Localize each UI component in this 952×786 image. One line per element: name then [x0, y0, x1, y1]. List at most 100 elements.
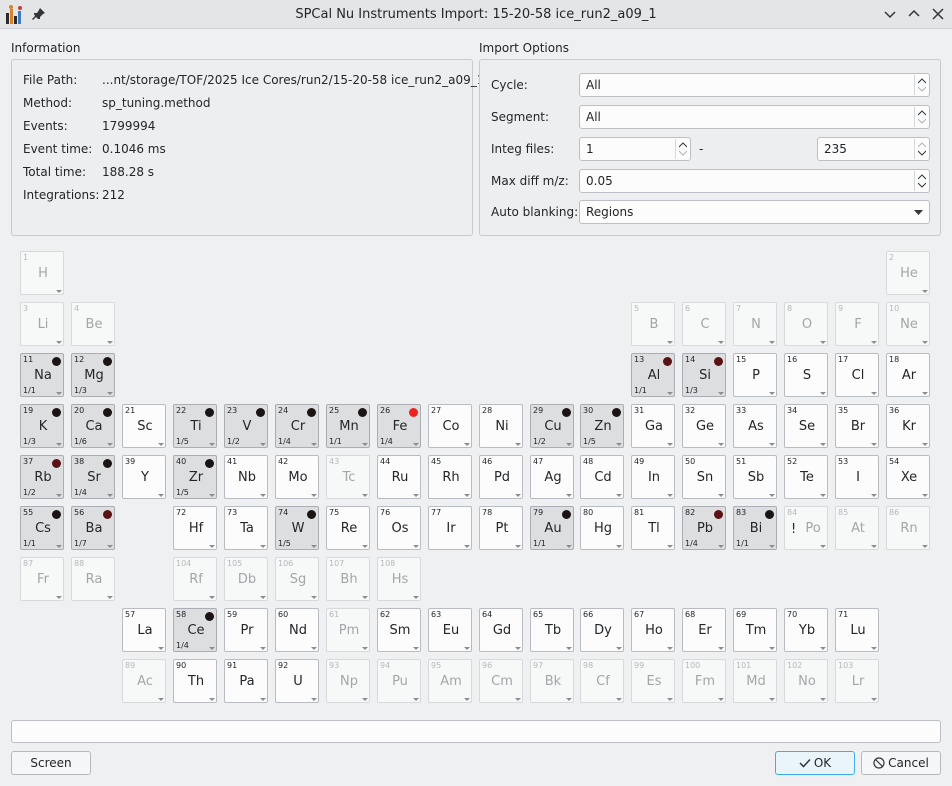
isotope-menu-icon[interactable]: [718, 443, 724, 446]
spin-up-icon[interactable]: [918, 142, 926, 148]
spin-up-icon[interactable]: [918, 174, 926, 180]
ok-button[interactable]: OK: [775, 751, 855, 775]
integ-files-from-spinbox[interactable]: 1: [579, 137, 691, 161]
spin-down-icon[interactable]: [679, 150, 687, 156]
isotope-menu-icon[interactable]: [56, 494, 62, 497]
isotope-menu-icon[interactable]: [616, 545, 622, 548]
segment-spin-buttons[interactable]: [914, 107, 928, 127]
isotope-menu-icon[interactable]: [515, 494, 521, 497]
isotope-menu-icon[interactable]: [667, 443, 673, 446]
isotope-menu-icon[interactable]: [464, 647, 470, 650]
element-y[interactable]: 39 Y: [122, 455, 166, 499]
isotope-menu-icon[interactable]: [107, 494, 113, 497]
isotope-menu-icon[interactable]: [311, 443, 317, 446]
screen-button[interactable]: Screen: [11, 751, 91, 775]
element-hg[interactable]: 80 Hg: [580, 506, 624, 550]
isotope-menu-icon[interactable]: [616, 647, 622, 650]
isotope-menu-icon[interactable]: [260, 443, 266, 446]
max-diff-spinbox[interactable]: 0.05: [579, 169, 930, 193]
element-ag[interactable]: 47 Ag: [530, 455, 574, 499]
element-co[interactable]: 27 Co: [428, 404, 472, 448]
isotope-menu-icon[interactable]: [820, 647, 826, 650]
element-sm[interactable]: 62 Sm: [377, 608, 421, 652]
isotope-menu-icon[interactable]: [260, 698, 266, 701]
spin-up-icon[interactable]: [918, 78, 926, 84]
integ-files-to-spinbox[interactable]: 235: [817, 137, 930, 161]
element-ba[interactable]: 56 Ba 1/7: [71, 506, 115, 550]
isotope-menu-icon[interactable]: [56, 545, 62, 548]
element-ga[interactable]: 31 Ga: [631, 404, 675, 448]
isotope-menu-icon[interactable]: [107, 443, 113, 446]
isotope-menu-icon[interactable]: [209, 698, 215, 701]
cancel-button[interactable]: Cancel: [861, 751, 941, 775]
isotope-menu-icon[interactable]: [769, 392, 775, 395]
max-diff-spin-buttons[interactable]: [914, 171, 928, 191]
element-cs[interactable]: 55 Cs 1/1: [20, 506, 64, 550]
element-as[interactable]: 33 As: [733, 404, 777, 448]
isotope-menu-icon[interactable]: [667, 494, 673, 497]
isotope-menu-icon[interactable]: [616, 494, 622, 497]
isotope-menu-icon[interactable]: [718, 647, 724, 650]
element-s[interactable]: 16 S: [784, 353, 828, 397]
isotope-menu-icon[interactable]: [871, 647, 877, 650]
isotope-menu-icon[interactable]: [260, 494, 266, 497]
spin-down-icon[interactable]: [918, 150, 926, 156]
element-al[interactable]: 13 Al 1/1: [631, 353, 675, 397]
integ-from-spin-buttons[interactable]: [675, 139, 689, 159]
element-rh[interactable]: 45 Rh: [428, 455, 472, 499]
spin-up-icon[interactable]: [918, 110, 926, 116]
element-mn[interactable]: 25 Mn 1/1: [326, 404, 370, 448]
element-ar[interactable]: 18 Ar: [886, 353, 930, 397]
element-ir[interactable]: 77 Ir: [428, 506, 472, 550]
isotope-menu-icon[interactable]: [158, 494, 164, 497]
element-cu[interactable]: 29 Cu 1/2: [530, 404, 574, 448]
isotope-menu-icon[interactable]: [769, 443, 775, 446]
isotope-menu-icon[interactable]: [871, 443, 877, 446]
isotope-menu-icon[interactable]: [616, 443, 622, 446]
filter-input[interactable]: [11, 720, 941, 743]
isotope-menu-icon[interactable]: [362, 443, 368, 446]
element-nd[interactable]: 60 Nd: [275, 608, 319, 652]
element-sc[interactable]: 21 Sc: [122, 404, 166, 448]
element-zn[interactable]: 30 Zn 1/5: [580, 404, 624, 448]
element-yb[interactable]: 70 Yb: [784, 608, 828, 652]
isotope-menu-icon[interactable]: [922, 392, 928, 395]
element-os[interactable]: 76 Os: [377, 506, 421, 550]
isotope-menu-icon[interactable]: [464, 545, 470, 548]
isotope-menu-icon[interactable]: [413, 545, 419, 548]
isotope-menu-icon[interactable]: [311, 494, 317, 497]
spin-up-icon[interactable]: [679, 142, 687, 148]
isotope-menu-icon[interactable]: [566, 443, 572, 446]
element-tl[interactable]: 81 Tl: [631, 506, 675, 550]
spin-down-icon[interactable]: [918, 182, 926, 188]
isotope-menu-icon[interactable]: [718, 494, 724, 497]
element-eu[interactable]: 63 Eu: [428, 608, 472, 652]
isotope-menu-icon[interactable]: [260, 647, 266, 650]
element-tb[interactable]: 65 Tb: [530, 608, 574, 652]
isotope-menu-icon[interactable]: [871, 494, 877, 497]
isotope-menu-icon[interactable]: [922, 443, 928, 446]
element-u[interactable]: 92 U: [275, 659, 319, 703]
segment-spinbox[interactable]: All: [579, 105, 930, 129]
isotope-menu-icon[interactable]: [158, 647, 164, 650]
element-ge[interactable]: 32 Ge: [682, 404, 726, 448]
isotope-menu-icon[interactable]: [566, 647, 572, 650]
element-sb[interactable]: 51 Sb: [733, 455, 777, 499]
isotope-menu-icon[interactable]: [464, 443, 470, 446]
element-mg[interactable]: 12 Mg 1/3: [71, 353, 115, 397]
isotope-menu-icon[interactable]: [413, 494, 419, 497]
element-ni[interactable]: 28 Ni: [479, 404, 523, 448]
element-pa[interactable]: 91 Pa: [224, 659, 268, 703]
spin-down-icon[interactable]: [918, 86, 926, 92]
element-pb[interactable]: 82 Pb 1/4: [682, 506, 726, 550]
element-cl[interactable]: 17 Cl: [835, 353, 879, 397]
isotope-menu-icon[interactable]: [922, 494, 928, 497]
element-dy[interactable]: 66 Dy: [580, 608, 624, 652]
element-hf[interactable]: 72 Hf: [173, 506, 217, 550]
isotope-menu-icon[interactable]: [56, 392, 62, 395]
isotope-menu-icon[interactable]: [209, 647, 215, 650]
element-k[interactable]: 19 K 1/3: [20, 404, 64, 448]
isotope-menu-icon[interactable]: [515, 443, 521, 446]
isotope-menu-icon[interactable]: [718, 392, 724, 395]
element-ti[interactable]: 22 Ti 1/5: [173, 404, 217, 448]
